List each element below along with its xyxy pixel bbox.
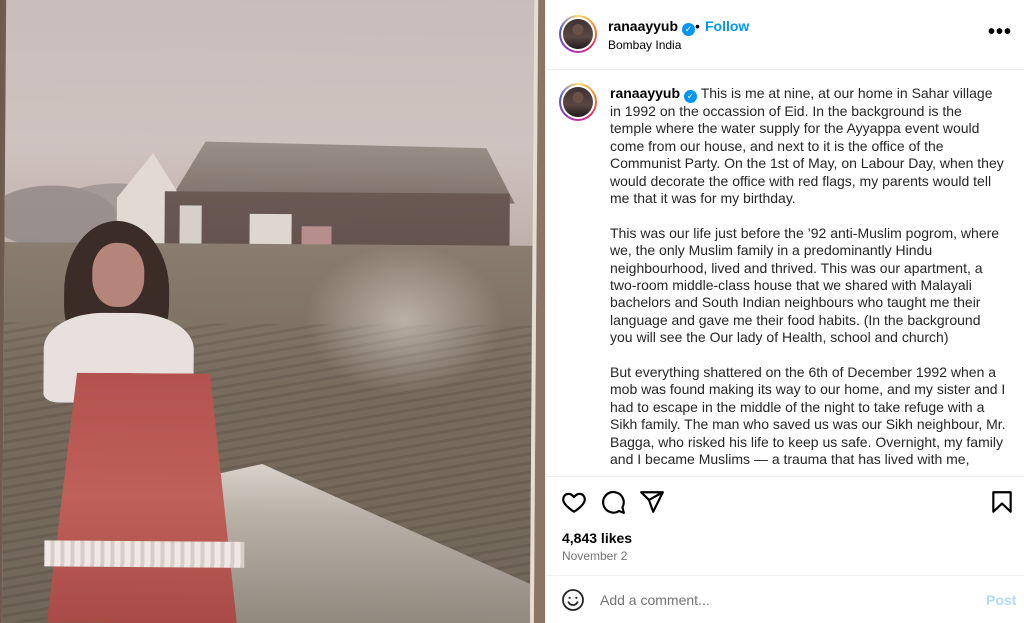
share-icon[interactable] bbox=[639, 489, 665, 515]
separator-dot: • bbox=[695, 18, 700, 34]
caption-username-link[interactable]: ranaayyub bbox=[610, 85, 680, 101]
follow-button[interactable]: Follow bbox=[705, 18, 749, 34]
likes-count[interactable]: 4,843 likes bbox=[562, 530, 632, 546]
comment-bar: Post bbox=[546, 575, 1024, 623]
caption-text: ranaayyub ✓ This is me at nine, at our ho… bbox=[610, 85, 1006, 476]
post-header: ranaayyub ✓ • Follow Bombay India ••• bbox=[546, 0, 1024, 70]
post-button[interactable]: Post bbox=[986, 592, 1016, 608]
comment-input[interactable] bbox=[600, 588, 970, 612]
verified-badge-icon: ✓ bbox=[682, 23, 696, 36]
action-bar: 4,843 likes November 2 Post bbox=[546, 476, 1024, 623]
girl-in-dress bbox=[47, 372, 239, 623]
verified-badge-icon: ✓ bbox=[684, 90, 698, 103]
photo-print bbox=[1, 0, 539, 623]
emoji-icon[interactable] bbox=[561, 588, 585, 612]
bookmark-icon[interactable] bbox=[989, 489, 1015, 515]
post-panel: ranaayyub ✓ • Follow Bombay India ••• ran… bbox=[545, 0, 1024, 623]
location-link[interactable]: Bombay India bbox=[608, 38, 681, 52]
avatar[interactable] bbox=[559, 15, 597, 53]
caption-paragraph: But everything shattered on the 6th of D… bbox=[610, 364, 1006, 468]
caption-paragraph: This was our life just before the ’92 an… bbox=[610, 224, 1000, 346]
caption-paragraph: This is me at nine, at our home in Sahar… bbox=[610, 85, 1004, 207]
heart-icon[interactable] bbox=[561, 489, 587, 515]
post-date[interactable]: November 2 bbox=[562, 549, 627, 563]
caption-avatar[interactable] bbox=[559, 83, 597, 121]
caption-scroll-area[interactable]: ranaayyub ✓ This is me at nine, at our ho… bbox=[546, 71, 1024, 476]
comment-icon[interactable] bbox=[600, 489, 626, 515]
username-link[interactable]: ranaayyub ✓ bbox=[608, 18, 696, 36]
more-options-icon[interactable]: ••• bbox=[988, 22, 1012, 42]
post-photo[interactable] bbox=[0, 0, 545, 623]
